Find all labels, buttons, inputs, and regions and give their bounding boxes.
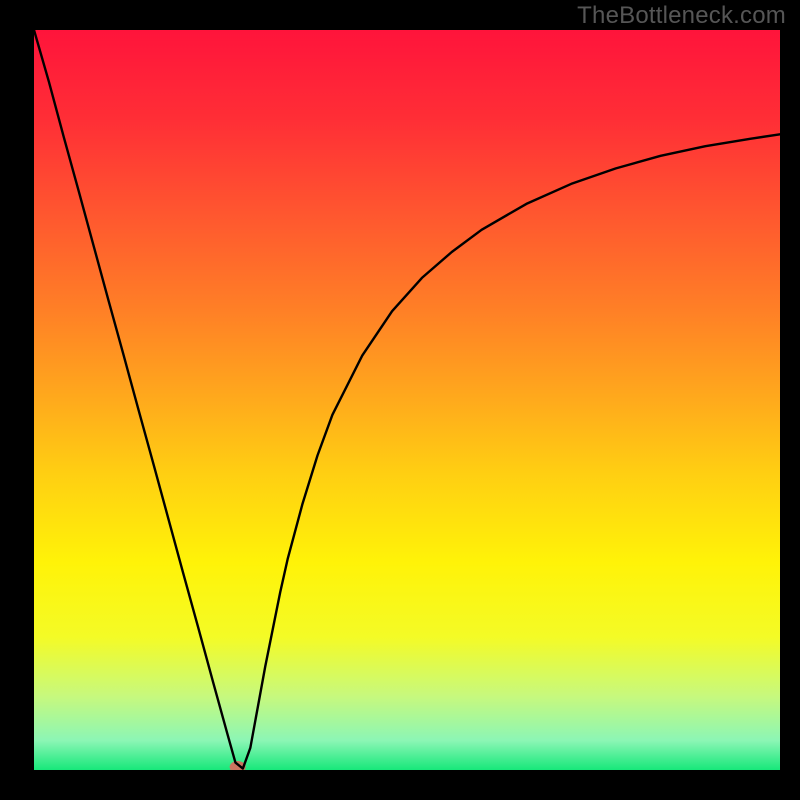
frame-border-bottom <box>0 770 800 800</box>
bottleneck-chart <box>0 0 800 800</box>
watermark-text: TheBottleneck.com <box>577 2 786 30</box>
frame-border-left <box>0 0 34 800</box>
gradient-background <box>34 30 780 770</box>
chart-container: { "watermark": "TheBottleneck.com", "cha… <box>0 0 800 800</box>
frame-border-right <box>780 0 800 800</box>
